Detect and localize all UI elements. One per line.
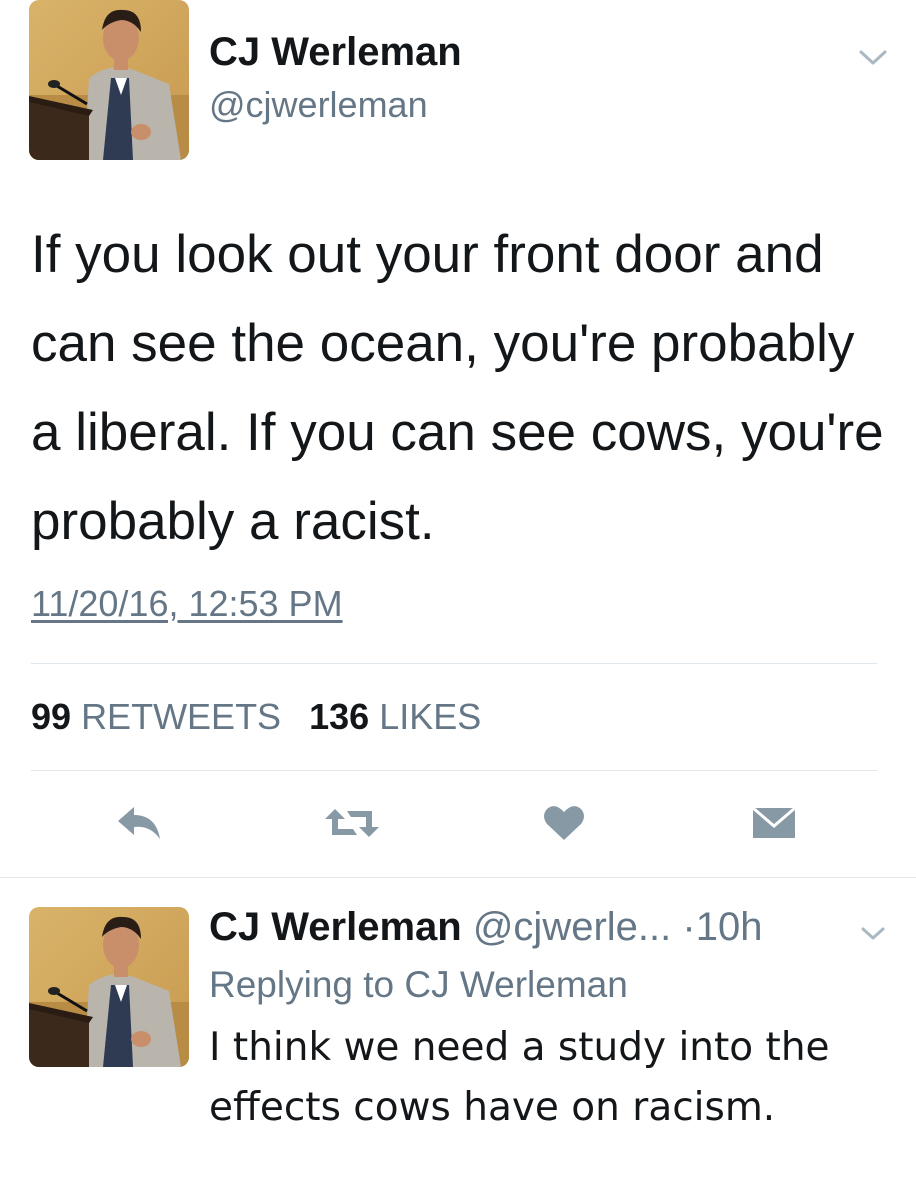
reply-text: I think we need a study into the effects… xyxy=(209,1025,830,1130)
retweet-icon xyxy=(325,809,379,837)
author-name[interactable]: CJ Werleman xyxy=(209,30,462,75)
retweets-label: RETWEETS xyxy=(81,696,282,737)
chevron-down-icon[interactable] xyxy=(858,48,888,68)
likes-label: LIKES xyxy=(379,696,482,737)
likes-stat[interactable]: 136 LIKES xyxy=(309,696,481,738)
tweet-text: If you look out your front door and can … xyxy=(31,225,884,551)
tweet-timestamp[interactable]: 11/20/16, 12:53 PM xyxy=(31,583,343,625)
likes-count: 136 xyxy=(309,696,370,737)
chevron-down-icon[interactable] xyxy=(860,925,886,943)
author-handle[interactable]: @cjwerleman xyxy=(209,84,428,126)
reply-author-handle[interactable]: @cjwerle... xyxy=(473,905,671,949)
reply-time[interactable]: 10h xyxy=(696,905,763,949)
reply-header: CJ Werleman @cjwerle... ·10h xyxy=(209,905,762,950)
replying-prefix: Replying to xyxy=(209,964,395,1005)
reply-author-name[interactable]: CJ Werleman xyxy=(209,905,462,949)
divider xyxy=(31,770,877,771)
reply-icon xyxy=(118,807,160,839)
replying-to-mention[interactable]: CJ Werleman xyxy=(404,964,627,1005)
reply-time-separator: · xyxy=(682,905,696,949)
avatar-photo xyxy=(29,0,189,160)
retweets-count: 99 xyxy=(31,696,72,737)
direct-message-button[interactable] xyxy=(750,800,798,846)
divider xyxy=(31,663,877,664)
direct-message-icon xyxy=(752,806,796,838)
reply-avatar[interactable] xyxy=(29,907,189,1067)
reply-button[interactable] xyxy=(114,800,164,846)
tweet-stats: 99 RETWEETS 136 LIKES xyxy=(31,696,499,738)
replying-to: Replying to CJ Werleman xyxy=(209,964,628,1006)
retweets-stat[interactable]: 99 RETWEETS xyxy=(31,696,281,738)
heart-icon xyxy=(544,806,584,840)
section-divider xyxy=(0,877,916,878)
avatar-photo xyxy=(29,907,189,1067)
like-button[interactable] xyxy=(540,800,588,846)
avatar[interactable] xyxy=(29,0,189,160)
tweet-detail-view: CJ Werleman @cjwerleman If you look out … xyxy=(0,0,916,1200)
retweet-button[interactable] xyxy=(322,800,382,846)
